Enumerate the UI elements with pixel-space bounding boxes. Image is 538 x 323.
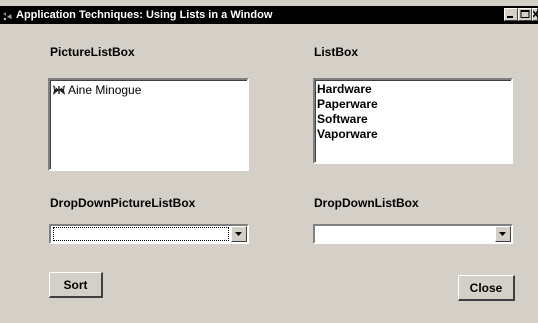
close-window-button[interactable] [532, 8, 538, 21]
maximize-icon [520, 10, 530, 18]
dropdown-picture-listbox-arrow-button[interactable] [231, 226, 247, 242]
listbox-items: Hardware Paperware Software Vaporware [317, 82, 378, 142]
chevron-down-icon [235, 232, 242, 236]
dropdown-picture-listbox-label: DropDownPictureListBox [50, 196, 196, 210]
maximize-button[interactable] [518, 8, 532, 21]
dropdown-listbox-arrow-button[interactable] [495, 226, 511, 242]
chevron-down-icon [499, 232, 506, 236]
picture-listbox-label: PictureListBox [50, 45, 135, 59]
list-item[interactable]: Aine Minogue [52, 83, 141, 97]
app-icon[interactable] [2, 9, 14, 21]
sort-button[interactable]: Sort [49, 272, 103, 298]
listbox[interactable]: Hardware Paperware Software Vaporware [313, 78, 513, 164]
list-item[interactable]: Vaporware [317, 127, 378, 142]
window-title: Application Techniques: Using Lists in a… [16, 9, 273, 21]
dropdown-listbox[interactable] [313, 224, 513, 244]
main-window: Application Techniques: Using Lists in a… [0, 0, 538, 323]
listbox-label: ListBox [314, 45, 359, 59]
dropdown-listbox-value [317, 227, 493, 241]
close-button[interactable]: Close [458, 275, 515, 301]
list-item-label: Aine Minogue [68, 83, 142, 97]
picture-listbox[interactable]: Aine Minogue [48, 78, 249, 171]
list-item[interactable]: Paperware [317, 97, 378, 112]
minimize-button[interactable] [504, 8, 518, 21]
list-item[interactable]: Hardware [317, 82, 378, 97]
title-bar[interactable]: Application Techniques: Using Lists in a… [0, 6, 538, 24]
dropdown-picture-listbox[interactable] [49, 224, 249, 244]
dropdown-picture-listbox-value [53, 227, 229, 241]
minimize-icon [507, 16, 513, 18]
butterfly-icon [53, 85, 65, 95]
dropdown-listbox-label: DropDownListBox [314, 196, 419, 210]
close-icon [533, 10, 538, 18]
list-item[interactable]: Software [317, 112, 378, 127]
